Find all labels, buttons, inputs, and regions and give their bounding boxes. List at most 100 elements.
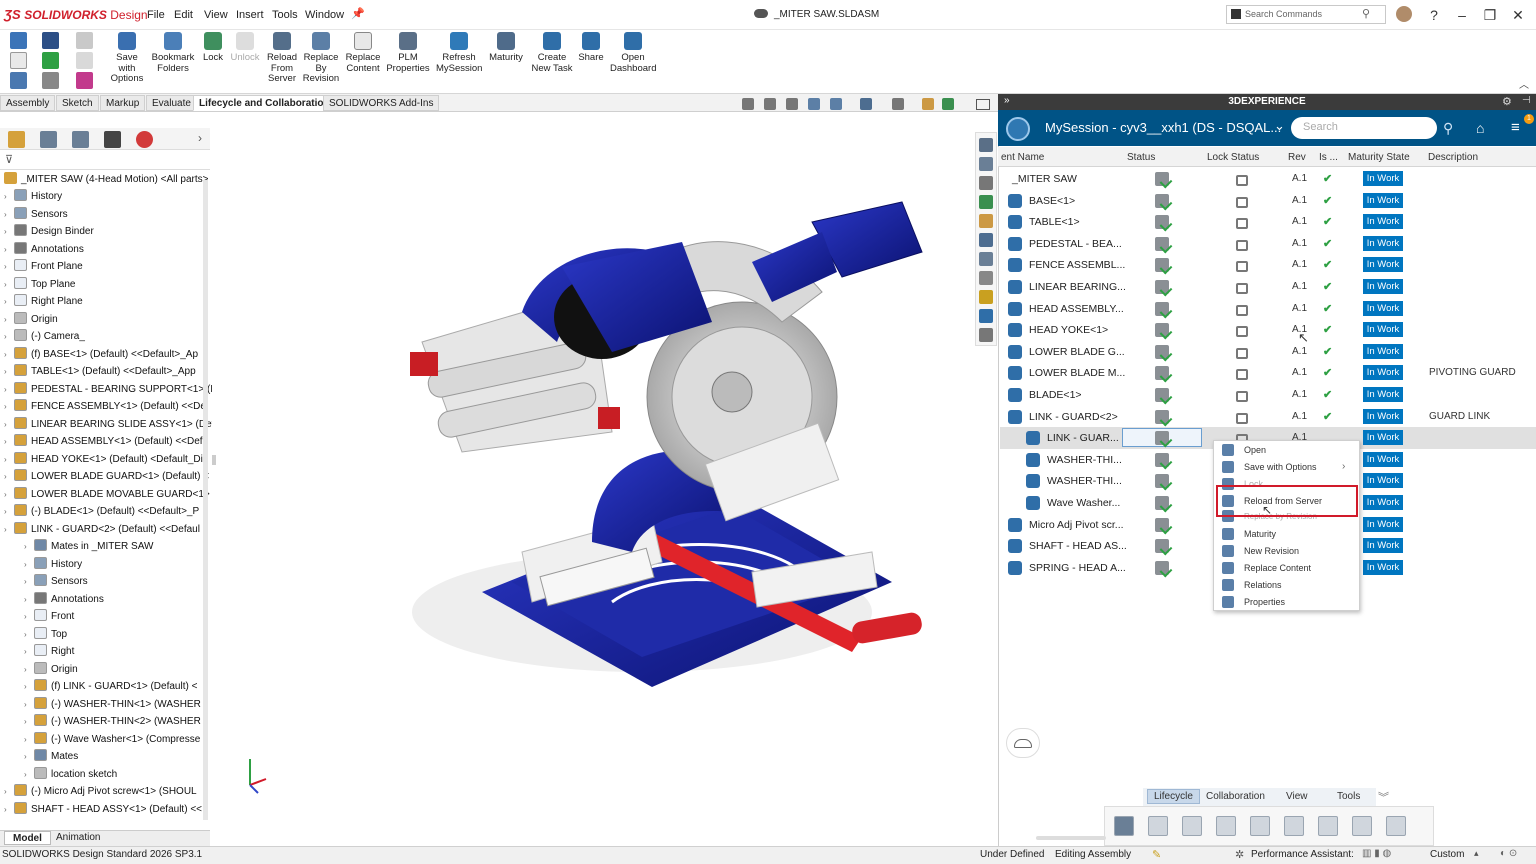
chevron-down-icon[interactable]: ⌄ [1274,118,1285,134]
expand-arrow-icon[interactable]: › [24,643,34,660]
menu-tools[interactable]: Tools [272,9,298,21]
display-manager-icon[interactable] [136,131,153,148]
property-manager-icon[interactable] [40,131,57,148]
refresh-icon[interactable] [1182,816,1202,836]
expand-arrow-icon[interactable]: › [24,538,34,555]
network-icon[interactable] [1318,816,1338,836]
expand-panel-icon[interactable]: » [1004,95,1010,106]
tree-item[interactable]: › TABLE<1> (Default) <<Default>_App [4,363,196,380]
assistant-bubble[interactable] [1006,728,1040,758]
view-orientation-icon[interactable] [830,98,842,110]
maturity-badge[interactable]: In Work [1363,257,1403,273]
create-new-task-button[interactable]: Create New Task [530,32,574,74]
row-name[interactable]: Wave Washer... [1047,497,1120,509]
ctx-relations[interactable]: Relations [1222,577,1282,593]
maturity-button[interactable]: Maturity [487,32,525,64]
section-view-icon[interactable] [808,98,820,110]
tree-item[interactable]: › (-) Micro Adj Pivot screw<1> (SHOUL [4,783,197,800]
maturity-badge[interactable]: In Work [1363,192,1403,208]
ctx-properties[interactable]: Properties [1222,594,1285,610]
hide-show-icon[interactable] [892,98,904,110]
history-icon[interactable] [1352,816,1372,836]
zoom-area-icon[interactable] [764,98,776,110]
task-pane-tab-icon[interactable] [979,271,993,285]
expand-arrow-icon[interactable]: › [24,626,34,643]
tab-collaboration[interactable]: Collaboration [1206,791,1265,802]
save-icon[interactable] [42,32,59,49]
replace-content-button[interactable]: Replace Content [344,32,382,74]
task-pane-tab-icon[interactable] [979,214,993,228]
tree-scrollbar[interactable] [203,180,208,820]
expand-arrow-icon[interactable]: › [4,206,14,223]
row-name[interactable]: TABLE<1> [1029,216,1080,228]
tree-item[interactable]: › PEDESTAL - BEARING SUPPORT<1> (I [4,381,213,398]
tree-item[interactable]: › Origin [4,311,58,328]
collapse-toolbar-icon[interactable]: ︾ [1378,789,1389,805]
maturity-badge[interactable]: In Work [1363,387,1403,402]
tree-item[interactable]: › Right Plane [4,293,83,310]
ctx-maturity[interactable]: Maturity [1222,526,1276,542]
previous-view-icon[interactable] [786,98,798,110]
collapse-ribbon-icon[interactable]: ︿ [1519,76,1529,91]
tree-item[interactable]: › Right [24,643,74,660]
table-row[interactable] [1000,211,1536,233]
refresh-mysession-button[interactable]: Refresh MySession [436,32,482,74]
pin-icon[interactable]: 📌 [351,7,365,20]
expand-arrow-icon[interactable]: › [4,276,14,293]
expand-arrow-icon[interactable]: › [4,503,14,520]
dimxpert-icon[interactable] [104,131,121,148]
expand-arrow-icon[interactable]: › [4,328,14,345]
maturity-badge[interactable]: In Work [1363,495,1403,510]
menu-window[interactable]: Window [305,9,344,21]
pin-panel-icon[interactable]: ⊣ [1522,95,1531,106]
display-style-icon[interactable] [860,98,872,110]
tree-item[interactable]: › FENCE ASSEMBLY<1> (Default) <<De [4,398,206,415]
search-icon[interactable]: ⚲ [1362,7,1370,20]
expand-arrow-icon[interactable]: › [24,696,34,713]
row-name[interactable]: WASHER-THI... [1047,454,1122,466]
expand-arrow-icon[interactable]: › [4,381,14,398]
row-name[interactable]: WASHER-THI... [1047,475,1122,487]
tree-item[interactable]: › (-) BLADE<1> (Default) <<Default>_P [4,503,199,520]
col-lock-status[interactable]: Lock Status [1207,152,1259,163]
tree-item[interactable]: › (-) Wave Washer<1> (Compresse [24,731,200,748]
expand-arrow-icon[interactable]: › [4,486,14,503]
expand-arrow-icon[interactable]: › [4,188,14,205]
ctx-save-with-options[interactable]: Save with Options [1222,459,1317,475]
menu-view[interactable]: View [204,9,228,21]
maturity-badge[interactable]: In Work [1363,408,1403,424]
tree-item[interactable]: › Front Plane [4,258,83,275]
tab-assembly[interactable]: Assembly [0,95,56,111]
maturity-badge[interactable]: In Work [1363,235,1403,251]
expand-arrow-icon[interactable]: › [24,608,34,625]
task-pane-tab-icon[interactable] [979,157,993,171]
table-row[interactable] [1000,168,1536,190]
expand-arrow-icon[interactable]: › [4,223,14,240]
tree-item[interactable]: › SHAFT - HEAD ASSY<1> (Default) << [4,801,202,818]
task-pane-tab-icon[interactable] [979,309,993,323]
expand-arrow-icon[interactable]: › [4,521,14,538]
ctx-new-revision[interactable]: New Revision [1222,543,1299,559]
task-pane-tab-icon[interactable] [979,195,993,209]
tree-icon[interactable] [1216,816,1236,836]
tree-item[interactable]: › Sensors [4,206,68,223]
tree-item[interactable]: › Annotations [24,591,104,608]
expand-arrow-icon[interactable]: › [24,678,34,695]
tree-item[interactable]: › History [4,188,62,205]
open-dashboard-button[interactable]: Open Dashboard [610,32,656,74]
expand-arrow-icon[interactable]: › [24,748,34,765]
configuration-manager-icon[interactable] [72,131,89,148]
tree-item[interactable]: › Mates [24,748,78,765]
graphics-area[interactable] [212,112,998,830]
row-name[interactable]: HEAD YOKE<1> [1029,324,1108,336]
maturity-badge[interactable]: In Work [1363,300,1403,316]
maturity-badge[interactable]: In Work [1363,473,1403,489]
unlock-button[interactable]: Unlock [229,32,261,64]
tree-item[interactable]: › (f) BASE<1> (Default) <<Default>_Ap [4,346,198,363]
expand-arrow-icon[interactable]: › [4,363,14,380]
row-name[interactable]: LINK - GUARD<2> [1029,411,1118,423]
task-pane-tab-icon[interactable] [979,176,993,190]
maturity-badge[interactable]: In Work [1363,516,1403,532]
menu-file[interactable]: File [147,9,165,21]
tree-item[interactable]: › LINEAR BEARING SLIDE ASSY<1> (Def [4,416,214,433]
